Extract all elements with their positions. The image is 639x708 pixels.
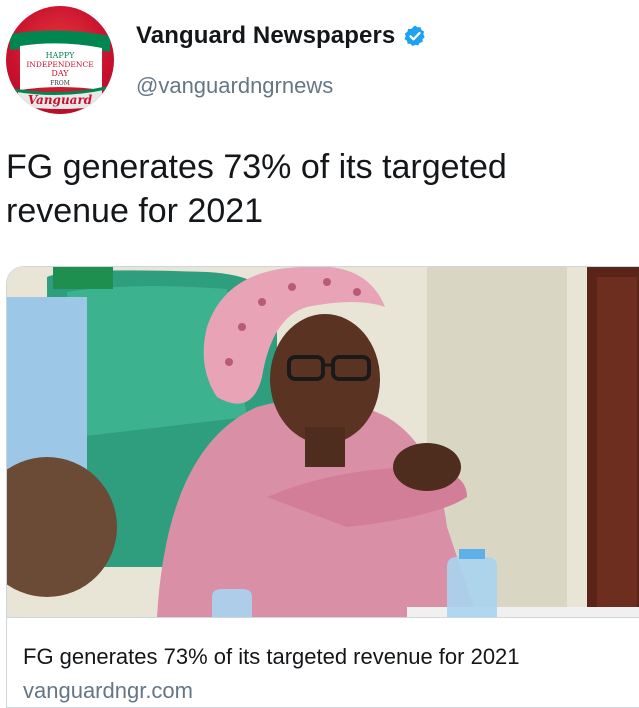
display-name[interactable]: Vanguard Newspapers	[136, 22, 395, 50]
article-photo	[7, 267, 639, 617]
card-footer[interactable]: FG generates 73% of its targeted revenue…	[7, 617, 639, 707]
svg-text:DAY: DAY	[51, 69, 69, 78]
svg-text:HAPPY: HAPPY	[46, 51, 76, 60]
avatar[interactable]: HAPPY INDEPENDENCE DAY FROM Vanguard	[6, 6, 114, 114]
handle[interactable]: @vanguardngrnews	[136, 73, 333, 99]
verified-badge-icon	[404, 25, 426, 47]
card-domain[interactable]: vanguardngr.com	[23, 678, 193, 704]
tweet-text: FG generates 73% of its targeted revenue…	[6, 148, 507, 230]
link-card[interactable]: FG generates 73% of its targeted revenue…	[6, 266, 639, 708]
svg-text:INDEPENDENCE: INDEPENDENCE	[26, 60, 93, 69]
name-row: Vanguard Newspapers	[136, 22, 427, 50]
svg-text:Vanguard: Vanguard	[28, 93, 93, 107]
svg-text:FROM: FROM	[50, 80, 70, 87]
card-title[interactable]: FG generates 73% of its targeted revenue…	[23, 644, 520, 670]
vanguard-logo: HAPPY INDEPENDENCE DAY FROM Vanguard	[10, 30, 110, 109]
card-image[interactable]	[7, 267, 639, 617]
